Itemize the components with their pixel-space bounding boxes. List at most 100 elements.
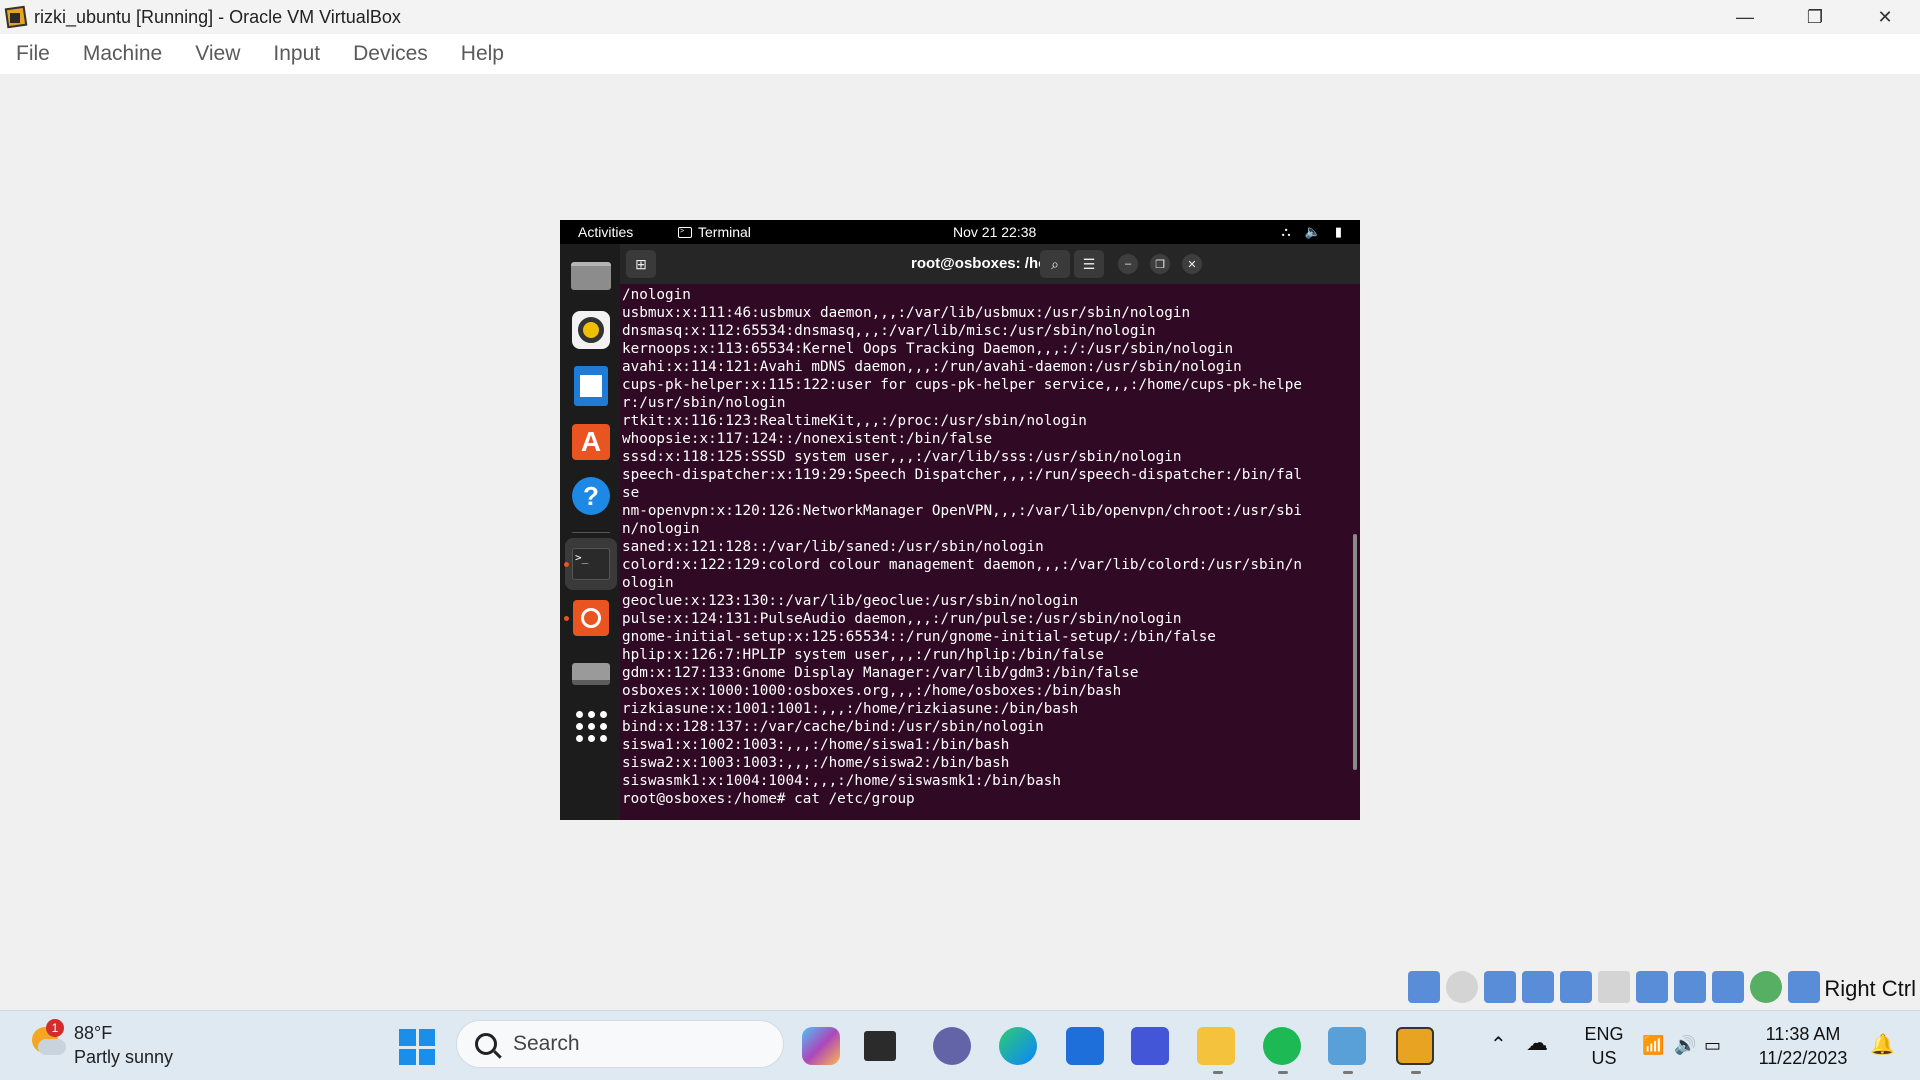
menu-machine[interactable]: Machine xyxy=(83,42,162,66)
terminal-title: root@osboxes: /home xyxy=(911,255,1069,272)
audio-icon[interactable] xyxy=(1484,971,1516,1003)
ubuntu-dock: A ? >_ xyxy=(560,244,620,820)
terminal-line: root@osboxes:/home# cat /etc/group xyxy=(622,791,915,807)
volume-icon: 🔈 xyxy=(1304,224,1321,239)
wifi-icon[interactable]: 📶 xyxy=(1642,1033,1664,1057)
lang-top: ENG xyxy=(1584,1024,1624,1044)
download-icon[interactable] xyxy=(1788,971,1820,1003)
activities-button[interactable]: Activities xyxy=(578,224,633,240)
terminal-line: siswasmk1:x:1004:1004:,,,:/home/siswasmk… xyxy=(622,773,1061,789)
weather-temp: 88°F xyxy=(74,1023,113,1043)
files-icon[interactable] xyxy=(569,254,613,298)
search-icon xyxy=(475,1033,497,1055)
terminal-close-icon[interactable]: ✕ xyxy=(1182,254,1202,274)
time-text: 11:38 AM xyxy=(1765,1024,1841,1044)
terminal-line: hplip:x:126:7:HPLIP system user,,,:/run/… xyxy=(622,647,1105,663)
guest-additions-icon[interactable] xyxy=(1750,971,1782,1003)
show-apps-icon[interactable] xyxy=(569,704,613,748)
chevron-up-icon[interactable]: ⌃ xyxy=(1490,1033,1507,1057)
drive-icon[interactable] xyxy=(569,652,613,696)
menu-file[interactable]: File xyxy=(16,42,50,66)
battery-icon[interactable]: ▭ xyxy=(1704,1033,1721,1057)
shared-folder-icon[interactable] xyxy=(1598,971,1630,1003)
terminal-line: saned:x:121:128::/var/lib/saned:/usr/sbi… xyxy=(622,539,1044,555)
terminal-header: ⊞ root@osboxes: /home ⌕ ☰ – ❐ ✕ xyxy=(620,244,1360,284)
gnome-clock[interactable]: Nov 21 22:38 xyxy=(953,224,1036,240)
running-indicator xyxy=(564,616,569,621)
display-icon[interactable] xyxy=(1636,971,1668,1003)
terminal-line: speech-dispatcher:x:119:29:Speech Dispat… xyxy=(622,467,1302,483)
terminal-line: gnome-initial-setup:x:125:65534::/run/gn… xyxy=(622,629,1216,645)
search-icon[interactable]: ⌕ xyxy=(1040,250,1070,278)
terminal-line: geoclue:x:123:130::/var/lib/geoclue:/usr… xyxy=(622,593,1079,609)
running-indicator xyxy=(1411,1071,1421,1074)
file-explorer-dark-icon[interactable] xyxy=(864,1031,896,1061)
hamburger-menu-icon[interactable]: ☰ xyxy=(1074,250,1104,278)
optical-drive-icon[interactable] xyxy=(1446,971,1478,1003)
terminal-window[interactable]: ⊞ root@osboxes: /home ⌕ ☰ – ❐ ✕ /nologin… xyxy=(620,244,1360,820)
gnome-top-bar: Activities > Terminal Nov 21 22:38 ⛬ 🔈 ▮ xyxy=(560,220,1360,244)
spotify-icon[interactable] xyxy=(1263,1027,1301,1065)
volume-icon[interactable]: 🔊 xyxy=(1674,1033,1696,1057)
terminal-minimize-icon[interactable]: – xyxy=(1118,254,1138,274)
restore-button[interactable]: ❐ xyxy=(1780,0,1850,34)
app-center-icon[interactable]: A xyxy=(569,420,613,464)
vbox-titlebar: rizki_ubuntu [Running] - Oracle VM Virtu… xyxy=(0,0,1920,34)
weather-icon: 1 xyxy=(28,1019,68,1061)
app-menu[interactable]: > Terminal xyxy=(678,224,751,240)
terminal-output[interactable]: /nologin usbmux:x:111:46:usbmux daemon,,,… xyxy=(622,286,1346,820)
close-button[interactable]: ✕ xyxy=(1850,0,1920,34)
ubuntu-icon[interactable] xyxy=(569,596,613,640)
menu-help[interactable]: Help xyxy=(461,42,504,66)
vm-window-icon[interactable] xyxy=(1396,1027,1434,1065)
guest-screen[interactable]: Activities > Terminal Nov 21 22:38 ⛬ 🔈 ▮… xyxy=(560,220,1360,820)
copilot-icon[interactable] xyxy=(802,1027,840,1065)
edge-icon[interactable] xyxy=(999,1027,1037,1065)
terminal-line: whoopsie:x:117:124::/nonexistent:/bin/fa… xyxy=(622,431,993,447)
app-icon[interactable] xyxy=(1131,1027,1169,1065)
terminal-icon[interactable]: >_ xyxy=(565,538,617,590)
network-adapter-icon[interactable] xyxy=(1522,971,1554,1003)
file-explorer-icon[interactable] xyxy=(1197,1027,1235,1065)
terminal-scrollbar[interactable] xyxy=(1353,534,1357,770)
terminal-line: cups-pk-helper:x:115:122:user for cups-p… xyxy=(622,377,1302,393)
onedrive-icon[interactable]: ☁ xyxy=(1526,1031,1548,1055)
terminal-line: usbmux:x:111:46:usbmux daemon,,,:/var/li… xyxy=(622,305,1191,321)
taskbar-search[interactable]: Search xyxy=(456,1020,784,1068)
terminal-line: se xyxy=(622,485,640,501)
help-icon[interactable]: ? xyxy=(569,474,613,518)
terminal-maximize-icon[interactable]: ❐ xyxy=(1150,254,1170,274)
terminal-line: osboxes:x:1000:1000:osboxes.org,,,:/home… xyxy=(622,683,1122,699)
notification-bell-icon[interactable]: 🔔 xyxy=(1870,1033,1895,1057)
start-button[interactable] xyxy=(399,1029,435,1065)
virtualbox-icon[interactable] xyxy=(1328,1027,1366,1065)
datetime[interactable]: 11:38 AM 11/22/2023 xyxy=(1748,1022,1858,1070)
writer-icon[interactable] xyxy=(569,364,613,408)
system-tray: ⌃ ☁ ENG US 📶 🔊 ▭ 11:38 AM 11/22/2023 🔔 xyxy=(1480,1011,1920,1080)
terminal-line: gdm:x:127:133:Gnome Display Manager:/var… xyxy=(622,665,1139,681)
rhythmbox-icon[interactable] xyxy=(569,308,613,352)
virtualbox-app-icon xyxy=(4,5,28,29)
terminal-small-icon: > xyxy=(678,226,692,238)
minimize-button[interactable]: — xyxy=(1710,0,1780,34)
gnome-system-tray[interactable]: ⛬ 🔈 ▮ xyxy=(1282,224,1342,240)
terminal-line: ologin xyxy=(622,575,674,591)
menu-view[interactable]: View xyxy=(195,42,240,66)
language-indicator[interactable]: ENG US xyxy=(1578,1022,1630,1070)
menu-devices[interactable]: Devices xyxy=(353,42,428,66)
menu-input[interactable]: Input xyxy=(273,42,320,66)
vtx-icon[interactable] xyxy=(1712,971,1744,1003)
battery-icon: ▮ xyxy=(1334,224,1342,239)
usb-icon[interactable] xyxy=(1560,971,1592,1003)
recording-icon[interactable] xyxy=(1674,971,1706,1003)
search-label: Search xyxy=(513,1032,580,1055)
terminal-line: nm-openvpn:x:120:126:NetworkManager Open… xyxy=(622,503,1302,519)
running-indicator xyxy=(1343,1071,1353,1074)
store-icon[interactable] xyxy=(1066,1027,1104,1065)
weather-widget[interactable]: 1 88°F Partly sunny xyxy=(28,1019,173,1069)
running-indicator xyxy=(564,562,569,567)
teams-icon[interactable] xyxy=(933,1027,971,1065)
terminal-line: r:/usr/sbin/nologin xyxy=(622,395,786,411)
hard-disk-icon[interactable] xyxy=(1408,971,1440,1003)
windows-taskbar: 1 88°F Partly sunny Search ⌃ ☁ ENG US 📶 … xyxy=(0,1010,1920,1080)
